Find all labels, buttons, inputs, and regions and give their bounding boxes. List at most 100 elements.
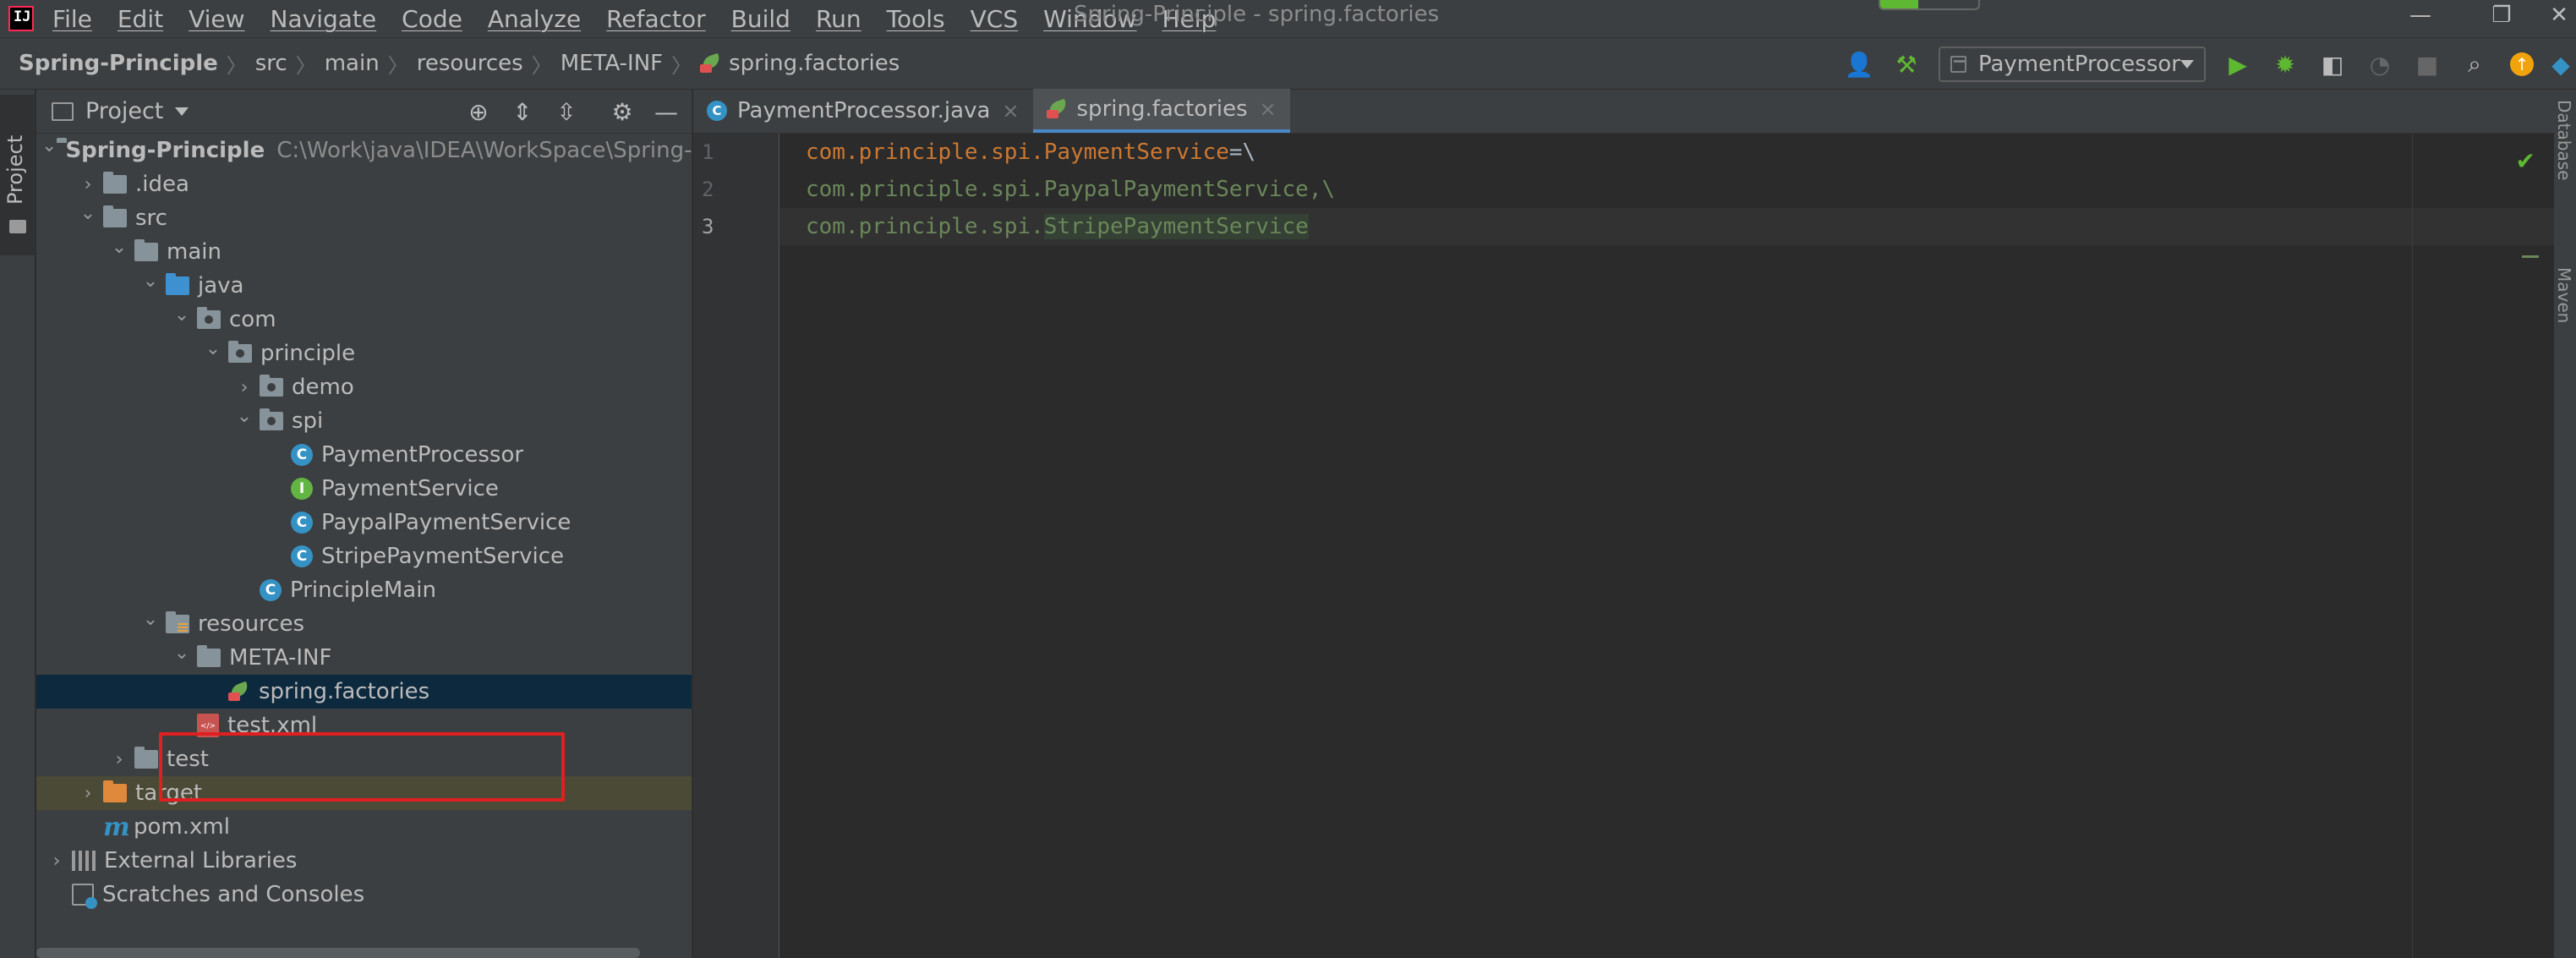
tree-item[interactable]: ⌄ main [36,235,692,269]
memory-indicator[interactable] [1879,0,1980,10]
project-tool-tab[interactable]: Project [0,95,36,255]
line-number: 2 [702,178,714,201]
code-area[interactable]: com.principle.spi.PaymentService=\ com.pr… [780,134,2554,958]
run-configuration-select[interactable]: PaymentProcessor [1939,47,2206,82]
chevron-down-icon[interactable]: ⌄ [229,406,260,427]
window-controls: — ❐ ✕ [2380,0,2576,34]
chevron-right-icon[interactable]: › [73,174,103,195]
hide-icon[interactable]: — [649,95,683,129]
menu-refactor[interactable]: Refactor [606,5,705,33]
close-icon[interactable]: × [1260,97,1277,121]
chevron-down-icon [2180,60,2194,68]
tree-item[interactable]: ⌄ META-INF [36,641,692,675]
menu-analyze[interactable]: Analyze [488,5,581,33]
chevron-down-icon[interactable]: ⌄ [104,237,134,258]
gear-icon[interactable]: ⚙ [605,95,639,129]
breadcrumb-separator: 〉 [387,53,408,78]
breadcrumb-item[interactable]: main [325,51,380,76]
editor-tab[interactable]: C PaymentProcessor.java × [693,89,1033,133]
menu-file[interactable]: File [52,5,92,33]
tree-item[interactable]: ⌄ com [36,303,692,337]
inspection-ok-icon[interactable]: ✔ [2516,147,2535,175]
update-icon[interactable]: ↑ [2503,46,2540,83]
tree-item[interactable]: ⌄ java [36,269,692,303]
breadcrumb-item[interactable]: META-INF [561,51,663,76]
menu-run[interactable]: Run [816,5,861,33]
right-tool-strip: Database Maven [2554,90,2576,958]
code-line[interactable]: com.principle.spi.PaypalPaymentService,\ [780,171,2554,208]
menu-vcs[interactable]: VCS [971,5,1018,33]
chevron-down-icon[interactable]: ⌄ [41,135,57,156]
close-icon[interactable]: ✕ [2542,0,2576,34]
run-icon[interactable]: ▶ [2219,46,2256,83]
editor-tab[interactable]: spring.factories × [1032,89,1290,133]
tree-item[interactable]: ›spring.factories [36,675,692,709]
chevron-right-icon[interactable]: › [229,377,260,398]
tree-item-label: PaypalPaymentService [321,510,572,535]
chevron-right-icon[interactable]: › [73,783,103,804]
project-view-select[interactable]: Project [85,98,163,124]
tree-item[interactable]: › demo [36,370,692,404]
breadcrumb-item[interactable]: Spring-Principle [19,51,218,76]
tree-item[interactable]: ›CPaypalPaymentService [36,506,692,539]
stop-icon[interactable]: ■ [2409,46,2446,83]
property-value: com.principle.spi.PaypalPaymentService,\ [806,177,1336,202]
chevron-right-icon[interactable]: › [104,749,134,770]
chevron-down-icon[interactable]: ⌄ [135,609,166,630]
user-icon[interactable]: 👤 [1840,46,1878,83]
code-line[interactable]: com.principle.spi.StripePaymentService [780,208,2554,245]
breadcrumb-item[interactable]: resources [417,51,523,76]
chevron-down-icon[interactable] [175,107,189,116]
profile-icon[interactable]: ◔ [2361,46,2398,83]
minimize-icon[interactable]: — [2380,0,2461,34]
tree-item[interactable]: ›CStripePaymentService [36,539,692,573]
tree-item[interactable]: › External Libraries [36,844,692,878]
expand-all-icon[interactable]: ⇕ [506,95,539,129]
class-icon: C [260,579,282,601]
tree-item-label: principle [260,341,356,366]
chevron-down-icon[interactable]: ⌄ [73,203,103,224]
tree-item[interactable]: ⌄ Spring-Principle C:\Work\java\IDEA\WorkS… [36,134,692,167]
close-icon[interactable]: × [1002,99,1019,123]
source-folder-icon [166,273,189,295]
chevron-down-icon[interactable]: ⌄ [167,643,197,664]
chevron-down-icon[interactable]: ⌄ [167,304,197,326]
menu-bar: IJ File Edit View Navigate Code Analyze Refact… [0,0,2576,37]
restore-icon[interactable]: ❐ [2461,0,2542,34]
menu-edit[interactable]: Edit [118,5,163,33]
search-icon[interactable]: ⌕ [2456,46,2493,83]
tree-item[interactable]: › .idea [36,167,692,201]
build-hammer-icon[interactable]: ⚒ [1888,46,1925,83]
tree-item[interactable]: ⌄ spi [36,404,692,438]
menu-navigate[interactable]: Navigate [271,5,377,33]
debug-icon[interactable]: ✹ [2267,46,2304,83]
collapse-all-icon[interactable]: ⇳ [550,95,583,129]
line-number: 1 [702,140,714,164]
menu-build[interactable]: Build [731,5,790,33]
annotation-highlight-box [159,732,565,802]
tree-item[interactable]: ›IPaymentService [36,472,692,506]
chevron-down-icon[interactable]: ⌄ [135,271,166,292]
coverage-icon[interactable]: ◧ [2314,46,2351,83]
tree-item[interactable]: ›CPaymentProcessor [36,438,692,472]
tree-item-label: Spring-Principle [65,138,265,163]
tree-item[interactable]: ⌄ principle [36,337,692,370]
chevron-right-icon[interactable]: › [41,851,72,872]
tree-item[interactable]: ⌄ resources [36,607,692,641]
tree-item[interactable]: ›Scratches and Consoles [36,878,692,911]
horizontal-scrollbar[interactable] [36,948,640,958]
menu-code[interactable]: Code [402,5,462,33]
locate-icon[interactable]: ⊕ [462,95,495,129]
breadcrumb-item[interactable]: spring.factories [729,51,900,76]
database-tool-tab[interactable]: Database [2554,100,2574,180]
menu-tools[interactable]: Tools [887,5,945,33]
tree-item[interactable]: ⌄ src [36,201,692,235]
tree-item[interactable]: ›mpom.xml [36,810,692,844]
code-line[interactable]: com.principle.spi.PaymentService=\ [780,134,2554,171]
breadcrumb-item[interactable]: src [255,51,287,76]
plugin-icon[interactable]: ◆ [2551,46,2571,83]
maven-tool-tab[interactable]: Maven [2554,267,2574,323]
menu-view[interactable]: View [189,5,244,33]
tree-item[interactable]: ›CPrincipleMain [36,573,692,607]
chevron-down-icon[interactable]: ⌄ [198,338,228,359]
